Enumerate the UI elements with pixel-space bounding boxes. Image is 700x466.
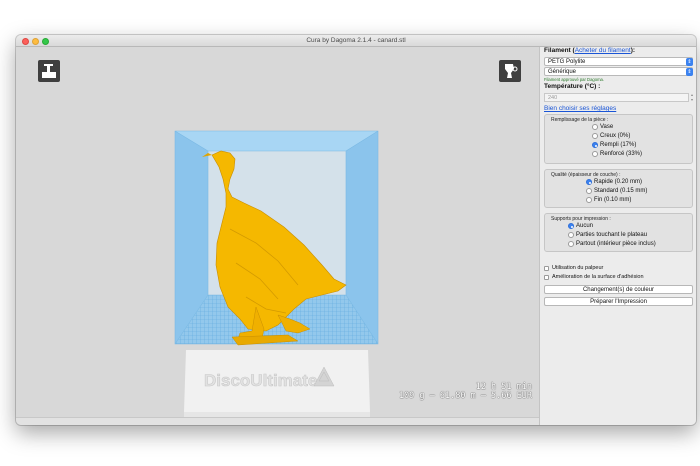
quality-option[interactable]: Standard (0.15 mm) [586, 188, 647, 194]
infill-title: Remplissage de la pièce : [551, 117, 609, 123]
infill-option[interactable]: Rempli (17%) [592, 142, 636, 148]
quality-option-label: Standard (0.15 mm) [594, 188, 648, 194]
radio-selected-icon [592, 142, 598, 148]
buy-filament-link[interactable]: Acheter du filament [575, 47, 631, 54]
chevron-down-icon: ⇕ [686, 67, 693, 76]
title-bar: Cura by Dagoma 2.1.4 - canard.stl [16, 35, 696, 47]
filament-heading: Filament (Acheter du filament): [544, 47, 635, 54]
infill-option[interactable]: Renforcé (33%) [592, 151, 642, 157]
radio-icon [568, 232, 574, 238]
supports-option-label: Partout (intérieur pièce inclus) [576, 241, 656, 247]
supports-option[interactable]: Aucun [568, 223, 593, 229]
settings-help-link[interactable]: Bien choisir ses réglages [544, 105, 616, 112]
print-estimate: 12 h 51 min 109 g – 61.80 m – 5.66 EUR [399, 383, 532, 401]
infill-group: Remplissage de la pièce : Vase Creux (0%… [544, 114, 693, 164]
3d-viewport[interactable]: DiscoUltimate 12 h 51 min 109 g – 61.80 … [16, 47, 539, 417]
radio-icon [592, 133, 598, 139]
checkbox-icon [544, 265, 549, 271]
radio-icon [592, 124, 598, 130]
supports-option-label: Parties touchant le plateau [576, 232, 648, 238]
quality-title: Qualité (épaisseur de couche) : [551, 172, 621, 178]
quality-option-label: Fin (0.10 mm) [594, 197, 632, 203]
radio-icon [568, 241, 574, 247]
quality-option-label: Rapide (0.20 mm) [594, 179, 643, 185]
viewport-footer [16, 417, 539, 425]
radio-icon [592, 151, 598, 157]
settings-panel: Filament (Acheter du filament): PETG Pol… [539, 47, 696, 425]
infill-option-label: Renforcé (33%) [600, 151, 643, 157]
filament-brand-select[interactable]: Générique ⇕ [544, 67, 693, 76]
radio-selected-icon [586, 179, 592, 185]
infill-option-label: Vase [600, 124, 614, 130]
temperature-label: Température (°C) : [544, 83, 601, 90]
printer-brand-label: DiscoUltimate [204, 371, 317, 390]
quality-group: Qualité (épaisseur de couche) : Rapide (… [544, 169, 693, 208]
supports-option-label: Aucun [576, 223, 594, 229]
supports-group: Supports pour impression : Aucun Parties… [544, 213, 693, 252]
filament-tool-button[interactable] [499, 60, 521, 82]
filament-brand-value: Générique [548, 69, 577, 75]
material-usage: 109 g – 61.80 m – 5.66 EUR [398, 391, 532, 401]
quality-option[interactable]: Fin (0.10 mm) [586, 197, 631, 203]
window-title: Cura by Dagoma 2.1.4 - canard.stl [306, 36, 406, 44]
supports-title: Supports pour impression : [551, 216, 611, 222]
filament-hint: Filament approuvé par Dagoma. [544, 77, 605, 82]
paren-close: ): [630, 47, 636, 54]
checkbox-icon [544, 274, 549, 280]
temperature-stepper[interactable]: ▴ ▾ [690, 92, 694, 102]
printer-base: DiscoUltimate [184, 350, 370, 417]
radio-selected-icon [568, 223, 574, 229]
adhesion-checkbox[interactable]: Amélioration de la surface d'adhésion [544, 274, 644, 280]
infill-option-label: Rempli (17%) [600, 142, 637, 148]
open-file-button[interactable] [38, 60, 60, 82]
supports-option[interactable]: Partout (intérieur pièce inclus) [568, 241, 656, 247]
filament-label: Filament [544, 47, 571, 54]
prepare-print-button[interactable]: Préparer l'Impression [544, 297, 693, 306]
infill-option[interactable]: Vase [592, 124, 613, 130]
probe-checkbox-label: Utilisation du palpeur [552, 265, 604, 271]
adhesion-checkbox-label: Amélioration de la surface d'adhésion [552, 274, 644, 280]
supports-option[interactable]: Parties touchant le plateau [568, 232, 647, 238]
probe-checkbox[interactable]: Utilisation du palpeur [544, 265, 603, 271]
quality-option[interactable]: Rapide (0.20 mm) [586, 179, 642, 185]
color-change-button[interactable]: Changement(s) de couleur [544, 285, 693, 294]
chevron-down-icon: ⇕ [686, 57, 693, 66]
build-scene: DiscoUltimate [174, 130, 379, 417]
filament-spool-icon [505, 64, 518, 78]
radio-icon [586, 197, 592, 203]
infill-option-label: Creux (0%) [600, 133, 631, 139]
infill-option[interactable]: Creux (0%) [592, 133, 630, 139]
app-window: Cura by Dagoma 2.1.4 - canard.stl DiscoU… [16, 35, 696, 425]
temperature-input[interactable]: 240 [544, 93, 689, 102]
open-file-icon [42, 64, 56, 78]
filament-type-value: PETG Polylite [548, 59, 586, 65]
filament-type-select[interactable]: PETG Polylite ⇕ [544, 57, 693, 66]
radio-icon [586, 188, 592, 194]
